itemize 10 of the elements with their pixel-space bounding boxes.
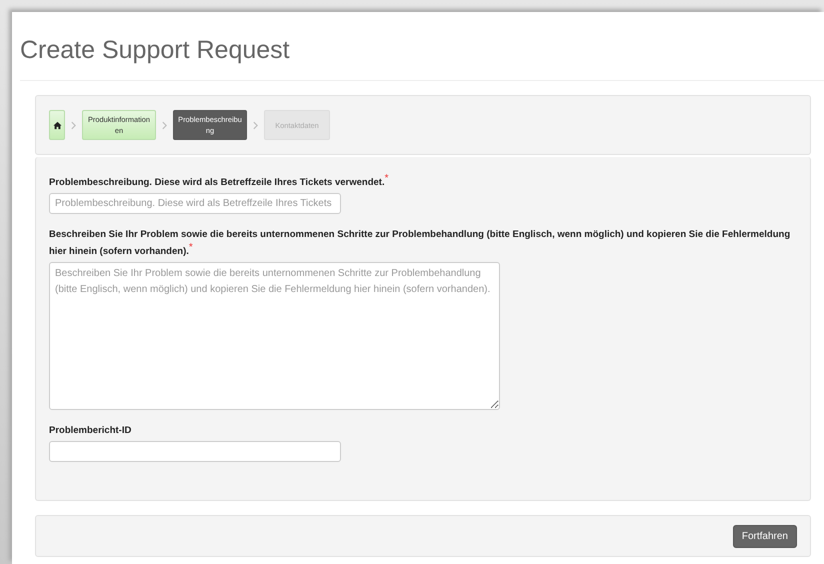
chevron-icon <box>162 120 167 130</box>
chevron-icon <box>253 120 258 130</box>
field-label: Problembericht-ID <box>49 424 132 438</box>
continue-button[interactable]: Fortfahren <box>732 524 797 548</box>
home-icon <box>52 120 62 130</box>
page-title: Create Support Request <box>20 36 291 66</box>
input-field[interactable]: Problembeschreibung. Diese wird als Betreffzeile Ihres Tickets <box>49 193 341 214</box>
chevron-icon <box>71 120 76 130</box>
text-area[interactable]: Beschreiben Sie Ihr Problem sowie die bereits unternommenen Schritte zur Problembehandlung (bitte Englisch, wenn möglich) und kopieren Sie die Fehlermeldung hier hinein (sofern vorhanden). <box>49 262 500 410</box>
home-step[interactable] <box>49 110 65 140</box>
